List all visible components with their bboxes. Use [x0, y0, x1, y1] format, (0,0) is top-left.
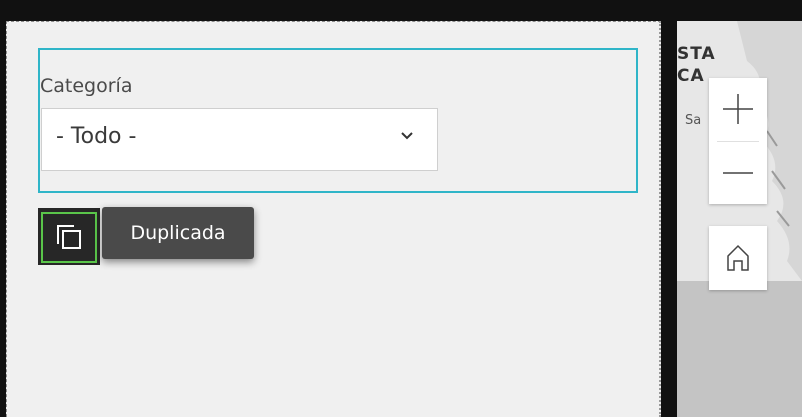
zoom-out-button[interactable] — [709, 142, 767, 204]
duplicate-tooltip: Duplicada — [102, 207, 254, 259]
zoom-controls — [709, 78, 767, 204]
copy-icon — [57, 225, 81, 249]
category-label: Categoría — [40, 75, 133, 97]
zoom-in-button[interactable] — [709, 78, 767, 140]
duplicate-button[interactable] — [38, 208, 100, 265]
zoom-out-icon — [723, 172, 753, 174]
category-select-value: - Todo - — [56, 124, 137, 149]
map-small-label: Sa — [685, 113, 702, 128]
home-button[interactable] — [709, 226, 767, 290]
home-icon — [727, 244, 749, 271]
chevron-down-icon — [401, 132, 413, 140]
zoom-in-icon — [723, 94, 753, 124]
map-label-1: STA — [677, 44, 716, 64]
map-label-2: CA — [677, 66, 705, 86]
